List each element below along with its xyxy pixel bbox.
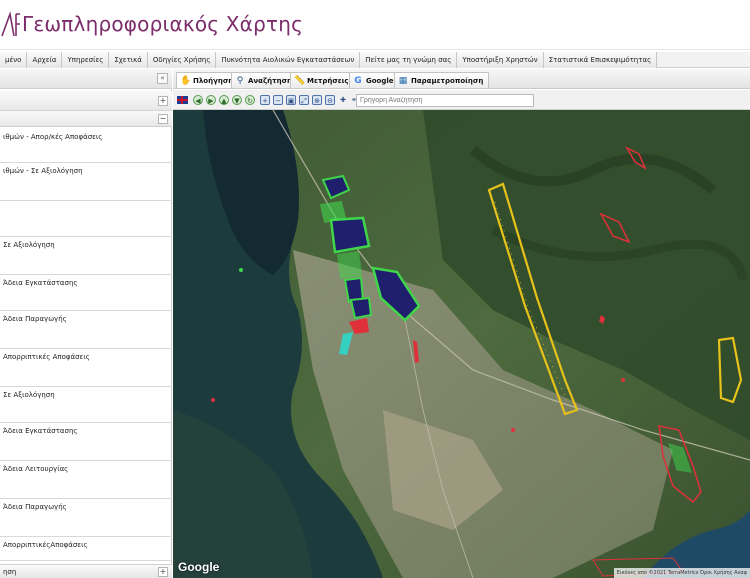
language-flag-icon[interactable] [177,96,188,104]
quick-search-input[interactable] [356,94,534,107]
ruler-icon: 📏 [294,75,306,86]
layers-group-header: − [0,111,172,127]
menu-item-help[interactable]: Οδηγίες Χρήσης [147,52,217,68]
menu-item-wind-density[interactable]: Πυκνότητα Αιολικών Εγκαταστάσεων [216,52,361,68]
tab-google[interactable]: G Google [349,72,400,88]
tab-label: Μετρήσεις [307,76,349,85]
app-title: Γεωπληροφοριακός Χάρτης [22,12,304,36]
layer-label: Άδεια Εγκατάστασης [3,279,78,287]
layer-label: Απορριπτικές Αποφάσεις [3,353,90,361]
layer-label: Άδεια Εγκατάστασης [3,427,78,435]
menu-item-statistics[interactable]: Στατιστικά Επισκεψιμότητας [543,52,658,68]
layer-label: Άδεια Παραγωγής [3,503,67,511]
layer-item[interactable]: ιθμών - Απορ/κές Αποφάσεις [0,129,172,163]
menu-item-user-support[interactable]: Υποστήριξη Χρηστών [457,52,544,68]
layer-item[interactable]: Άδεια Εγκατάστασης [0,275,172,311]
menu-item-menu[interactable]: μένο [0,52,28,68]
menu-item-files[interactable]: Αρχεία [27,52,63,68]
footer-label: ηση [3,568,17,576]
zoom-prev-icon[interactable]: ◀ [193,95,203,105]
map-viewport[interactable]: Google Εικόνες από ©2021 TerraMetrics Όρ… [173,110,750,578]
layer-item[interactable]: Σε Αξιολόγηση [0,237,172,275]
tab-bar: ✋ Πλοήγηση ⚲ Αναζήτηση 📏 Μετρήσεις G Goo… [173,69,750,89]
tab-label: Πλοήγηση [193,76,234,85]
layer-item[interactable]: Άδεια Παραγωγής [0,311,172,349]
layer-item[interactable]: Άδεια Λειτουργίας [0,461,172,499]
logo-icon [1,10,20,37]
tab-search[interactable]: ⚲ Αναζήτηση [231,72,298,88]
map-attribution[interactable]: Εικόνες από ©2021 TerraMetrics Όροι Χρήσ… [613,568,750,578]
layer-label: ιθμών - Απορ/κές Αποφάσεις [3,133,103,141]
layer-item[interactable] [0,201,172,237]
layer-label: Σε Αξιολόγηση [3,391,55,399]
marker-dot[interactable] [511,428,515,432]
layer-item[interactable]: Άδεια Παραγωγής [0,499,172,537]
marker-dot[interactable] [211,398,215,402]
google-logo: Google [178,560,220,574]
tab-label: Παραμετροποίηση [411,76,484,85]
tab-navigation[interactable]: ✋ Πλοήγηση [176,72,240,88]
collapse-panel-button[interactable]: « [157,73,168,84]
tab-label: Google [366,76,394,85]
layer-item[interactable]: Σε Αξιολόγηση [0,387,172,423]
tab-settings[interactable]: ▦ Παραμετροποίηση [394,72,490,88]
zoom-selection-icon[interactable]: ⊖ [325,95,335,105]
layer-item[interactable]: ιθμών - Σε Αξιολόγηση [0,163,172,201]
pan-down-icon[interactable]: ▼ [232,95,242,105]
hand-icon: ✋ [180,75,192,86]
layer-label: ιθμών - Σε Αξιολόγηση [3,167,83,175]
tab-label: Αναζήτηση [248,76,292,85]
google-icon: G [354,75,362,86]
satellite-map[interactable] [173,110,750,578]
refresh-icon[interactable]: ↻ [245,95,255,105]
search-icon: ⚲ [236,75,244,86]
expand-button[interactable]: + [158,96,168,106]
zoom-layer-icon[interactable]: ⊕ [312,95,322,105]
layer-label: Σε Αξιολόγηση [3,241,55,249]
layers-panel-header: « [0,69,172,89]
marker-dot[interactable] [239,268,243,272]
tab-measurements[interactable]: 📏 Μετρήσεις [290,72,355,88]
layers-panel-footer[interactable]: ηση + [0,564,172,578]
layer-item[interactable]: Απορριπτικές Αποφάσεις [0,349,172,387]
header: Γεωπληροφοριακός Χάρτης [0,0,750,50]
layer-item[interactable]: Άδεια Εγκατάστασης [0,423,172,461]
full-extent-icon[interactable]: ⤢ [299,95,309,105]
menu-item-feedback[interactable]: Πείτε μας τη γνώμη σας [360,52,458,68]
menu-item-about[interactable]: Σχετικά [109,52,148,68]
zoom-box-icon[interactable]: ▣ [286,95,296,105]
zoom-next-icon[interactable]: ▶ [206,95,216,105]
layers-panel: « + − ιθμών - Απορ/κές Αποφάσεις ιθμών -… [0,69,172,578]
zoom-in-icon[interactable]: + [260,95,270,105]
zoom-out-icon[interactable]: − [273,95,283,105]
layer-label: Άδεια Λειτουργίας [3,465,69,473]
collapse-group-button[interactable]: − [158,114,168,124]
layer-label: Άδεια Παραγωγής [3,315,67,323]
map-toolbar: ◀ ▶ ▲ ▼ ↻ + − ▣ ⤢ ⊕ ⊖ ✚ ⚭ [173,90,750,110]
menu-bar: μένο Αρχεία Υπηρεσίες Σχετικά Οδηγίες Χρ… [0,52,750,68]
layer-item[interactable]: ΑπορριπτικέςΑποφάσεις [0,537,172,561]
pan-up-icon[interactable]: ▲ [219,95,229,105]
menu-item-services[interactable]: Υπηρεσίες [62,52,110,68]
layer-label: ΑπορριπτικέςΑποφάσεις [3,541,88,549]
marker-dot[interactable] [621,378,625,382]
layers-panel-subheader: + [0,91,172,111]
identify-icon[interactable]: ✚ [338,95,348,105]
settings-icon: ▦ [398,75,408,86]
footer-expand-button[interactable]: + [158,567,168,577]
